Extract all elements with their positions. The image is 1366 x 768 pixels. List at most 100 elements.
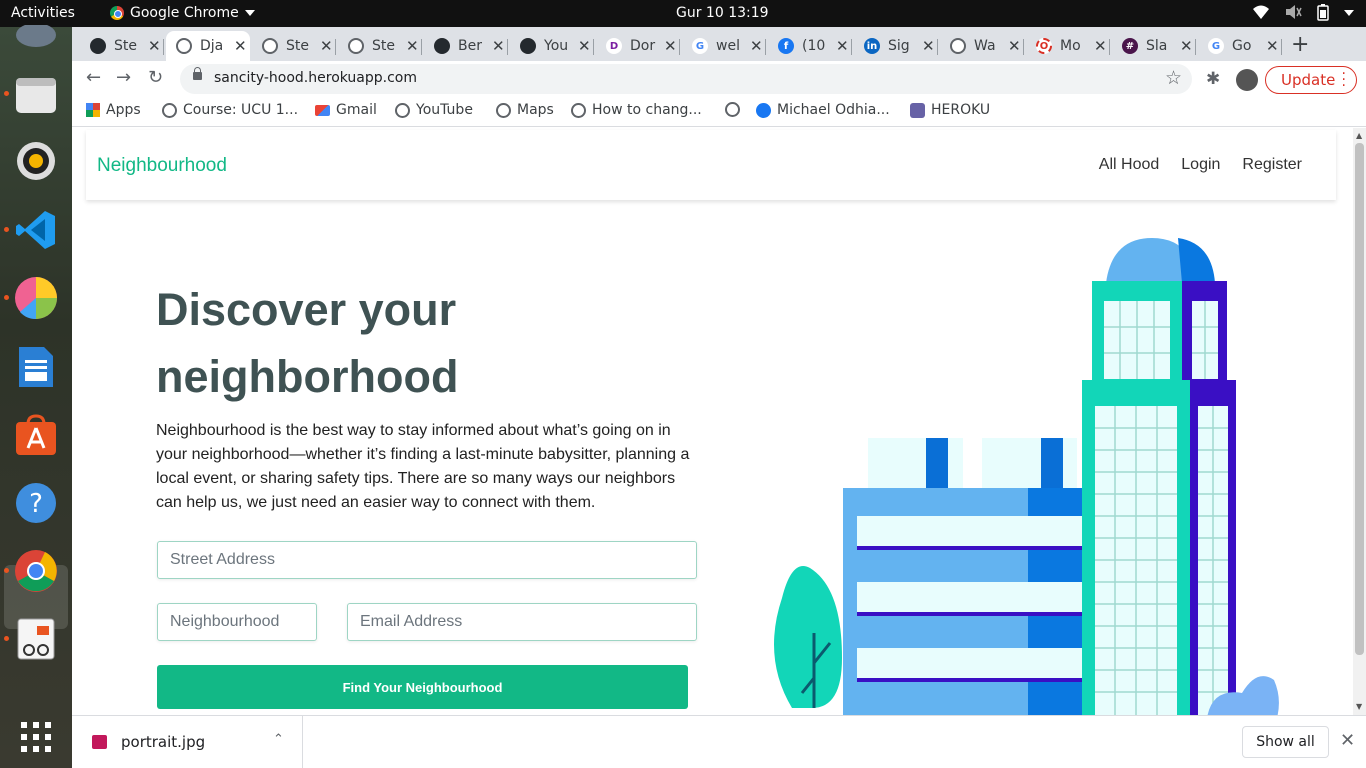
clock[interactable]: Gur 10 13:19: [676, 5, 769, 21]
bookmark-item[interactable]: Course: UCU 1...: [162, 102, 298, 118]
browser-tab[interactable]: D Dor ✕: [596, 31, 680, 61]
help-icon[interactable]: ?: [13, 480, 59, 526]
nav-all-hood-link[interactable]: All Hood: [1099, 156, 1159, 174]
browser-tab[interactable]: Ste ✕: [80, 31, 164, 61]
google-icon: G: [692, 38, 708, 54]
bookmark-star-icon[interactable]: ☆: [1165, 67, 1182, 89]
bookmark-label: Maps: [517, 102, 554, 118]
reload-button[interactable]: ↻: [148, 67, 163, 88]
bookmark-item[interactable]: Michael Odhia...: [756, 102, 890, 118]
neighbourhood-input[interactable]: [157, 603, 317, 641]
show-apps-icon[interactable]: [13, 714, 59, 760]
browser-tab[interactable]: Ber ✕: [424, 31, 508, 61]
browser-tab[interactable]: Gwel ✕: [682, 31, 766, 61]
find-neighbourhood-button[interactable]: Find Your Neighbourhood: [157, 665, 688, 709]
bookmark-item[interactable]: Maps: [496, 102, 554, 118]
app-menu[interactable]: Google Chrome: [110, 5, 255, 21]
browser-tab[interactable]: Ste ✕: [338, 31, 422, 61]
text-editor-icon[interactable]: [13, 616, 59, 662]
bookmark-item[interactable]: Apps: [86, 102, 141, 118]
globe-icon: [348, 38, 364, 54]
tab-close-icon[interactable]: ✕: [664, 37, 677, 55]
new-tab-button[interactable]: +: [1291, 32, 1309, 57]
tab-title: Ber: [458, 38, 482, 54]
tab-separator: [1195, 39, 1196, 55]
globe-icon: [571, 102, 586, 118]
browser-tab[interactable]: You ✕: [510, 31, 594, 61]
tab-separator: [593, 39, 594, 55]
page-scrollbar[interactable]: ▲ ▼: [1353, 128, 1366, 715]
update-button[interactable]: Update · · ·: [1265, 66, 1357, 94]
tab-title: Dja: [200, 38, 224, 54]
browser-tab[interactable]: Dja ✕: [166, 31, 250, 61]
software-center-icon[interactable]: [13, 412, 59, 458]
scroll-up-icon[interactable]: ▲: [1356, 131, 1362, 140]
system-tray[interactable]: [1252, 4, 1354, 21]
browser-tab[interactable]: in Sig ✕: [854, 31, 938, 61]
forward-button[interactable]: →: [116, 67, 131, 88]
bookmark-item[interactable]: YouTube: [395, 102, 473, 118]
download-bar: portrait.jpg ⌃ Show all ✕: [72, 715, 1366, 768]
city-buildings-illustration: [774, 238, 1279, 715]
tab-close-icon[interactable]: ✕: [1180, 37, 1193, 55]
tab-close-icon[interactable]: ✕: [406, 37, 419, 55]
address-bar[interactable]: sancity-hood.herokuapp.com ☆: [180, 64, 1192, 94]
tab-close-icon[interactable]: ✕: [320, 37, 333, 55]
globe-icon: [950, 38, 966, 54]
heroku-icon: [910, 102, 925, 118]
chevron-up-icon[interactable]: ⌃: [273, 732, 284, 747]
download-item[interactable]: portrait.jpg ⌃: [72, 716, 303, 768]
browser-tab[interactable]: O Mo ✕: [1026, 31, 1110, 61]
tab-close-icon[interactable]: ✕: [1094, 37, 1107, 55]
libreoffice-writer-icon[interactable]: [13, 344, 59, 390]
page-viewport: Neighbourhood All Hood Login Register Di…: [72, 128, 1366, 715]
lock-icon[interactable]: [193, 67, 202, 80]
bookmark-item[interactable]: How to chang...: [571, 102, 702, 118]
nav-login-link[interactable]: Login: [1181, 156, 1220, 174]
site-brand-link[interactable]: Neighbourhood: [97, 155, 227, 177]
street-address-input[interactable]: [157, 541, 697, 579]
tab-title: Mo: [1060, 38, 1081, 54]
chart-app-icon[interactable]: [13, 275, 59, 321]
tab-close-icon[interactable]: ✕: [750, 37, 763, 55]
tab-close-icon[interactable]: ✕: [922, 37, 935, 55]
bookmark-item[interactable]: HEROKU: [910, 102, 990, 118]
files-icon[interactable]: [13, 71, 59, 117]
url-text[interactable]: sancity-hood.herokuapp.com: [214, 70, 417, 86]
close-download-bar-icon[interactable]: ✕: [1340, 730, 1355, 751]
browser-tab[interactable]: Wa ✕: [940, 31, 1024, 61]
bookmark-item[interactable]: [725, 102, 740, 117]
profile-avatar[interactable]: [1236, 69, 1258, 91]
chrome-icon[interactable]: [13, 548, 59, 594]
tab-close-icon[interactable]: ✕: [1266, 37, 1279, 55]
extensions-icon[interactable]: ✱: [1206, 69, 1220, 89]
menu-dots-icon: · · ·: [1341, 66, 1346, 94]
tab-separator: [507, 39, 508, 55]
scroll-down-icon[interactable]: ▼: [1356, 702, 1362, 711]
show-all-button[interactable]: Show all: [1242, 726, 1329, 758]
tab-separator: [937, 39, 938, 55]
tab-close-icon[interactable]: ✕: [578, 37, 591, 55]
browser-toolbar: ← → ↻ sancity-hood.herokuapp.com ☆ ✱ Upd…: [72, 61, 1366, 97]
browser-tab[interactable]: f (10 ✕: [768, 31, 852, 61]
tab-close-icon[interactable]: ✕: [836, 37, 849, 55]
tab-title: wel: [716, 38, 740, 54]
rhythmbox-icon[interactable]: [13, 138, 59, 184]
email-address-input[interactable]: [347, 603, 697, 641]
bookmark-item[interactable]: Gmail: [315, 102, 377, 118]
tab-close-icon[interactable]: ✕: [1008, 37, 1021, 55]
tab-close-icon[interactable]: ✕: [492, 37, 505, 55]
browser-tab[interactable]: # Sla ✕: [1112, 31, 1196, 61]
thunderbird-icon[interactable]: [13, 17, 59, 63]
scrollbar-thumb[interactable]: [1355, 143, 1364, 655]
tab-close-icon[interactable]: ✕: [148, 37, 161, 55]
back-button[interactable]: ←: [86, 67, 101, 88]
browser-tab[interactable]: G Go ✕: [1198, 31, 1282, 61]
tab-title: Ste: [114, 38, 137, 54]
vscode-icon[interactable]: [13, 207, 59, 253]
github-icon: [434, 38, 450, 54]
browser-tab[interactable]: Ste ✕: [252, 31, 336, 61]
volume-icon: [1286, 5, 1302, 19]
tab-close-icon[interactable]: ✕: [234, 37, 247, 55]
nav-register-link[interactable]: Register: [1242, 156, 1302, 174]
